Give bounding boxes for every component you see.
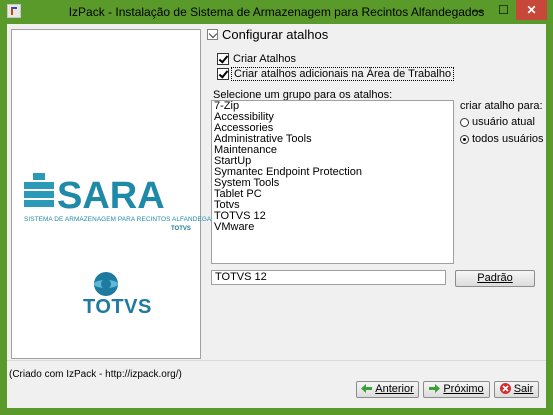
list-item[interactable]: VMware <box>212 222 453 233</box>
totvs-wordmark: TOTVS <box>83 296 152 318</box>
next-arrow-icon <box>429 384 441 393</box>
next-button[interactable]: Próximo <box>423 381 490 398</box>
sara-building-icon <box>24 173 54 207</box>
branding-panel: SARA SISTEMA DE ARMAZENAGEM PARA RECINTO… <box>11 29 226 359</box>
maximize-button[interactable]: ☐ <box>491 0 516 20</box>
current-user-radio[interactable] <box>460 118 469 127</box>
izpack-credit: (Criado com IzPack - http://izpack.org/) <box>9 369 182 380</box>
next-button-label: Próximo <box>443 383 484 395</box>
list-item[interactable]: Tablet PC <box>212 189 453 200</box>
back-button[interactable]: Anterior <box>356 381 419 398</box>
back-button-label: Anterior <box>375 383 414 395</box>
close-button[interactable]: ✕ <box>516 0 547 20</box>
all-users-radio[interactable] <box>460 135 469 144</box>
desktop-shortcuts-label[interactable]: Criar atalhos adicionais na Área de Trab… <box>231 67 455 81</box>
minimize-button[interactable]: — <box>465 0 491 20</box>
current-user-label[interactable]: usuário atual <box>472 116 535 128</box>
quit-button[interactable]: Sair <box>494 381 539 398</box>
installer-window: IzPack - Instalação de Sistema de Armaze… <box>0 0 553 415</box>
shortcut-target-label: criar atalho para: <box>460 100 543 112</box>
title-bar[interactable]: IzPack - Instalação de Sistema de Armaze… <box>0 0 553 24</box>
default-button-label: Padrão <box>477 272 513 284</box>
window-client-area: SARA SISTEMA DE ARMAZENAGEM PARA RECINTO… <box>7 24 546 408</box>
stop-icon <box>499 383 511 394</box>
program-group-list[interactable]: 7-Zip Accessibility Accessories Administ… <box>211 100 454 264</box>
desktop-shortcuts-checkbox[interactable] <box>217 68 229 80</box>
all-users-label[interactable]: todos usuários <box>472 133 544 145</box>
shortcut-panel-icon <box>207 29 218 40</box>
panel-title: Configurar atalhos <box>222 27 329 42</box>
create-shortcuts-label[interactable]: Criar Atalhos <box>233 53 296 65</box>
create-shortcuts-checkbox[interactable] <box>217 53 229 65</box>
back-arrow-icon <box>361 384 373 393</box>
sara-wordmark: SARA <box>57 175 165 217</box>
sara-totvs-mark: TOTVS <box>171 226 191 232</box>
default-button[interactable]: Padrão <box>455 270 535 287</box>
footer-divider <box>7 360 546 361</box>
program-group-input[interactable]: TOTVS 12 <box>211 270 446 285</box>
quit-button-label: Sair <box>513 383 534 395</box>
sara-subtitle: SISTEMA DE ARMAZENAGEM PARA RECINTOS ALF… <box>24 216 226 223</box>
